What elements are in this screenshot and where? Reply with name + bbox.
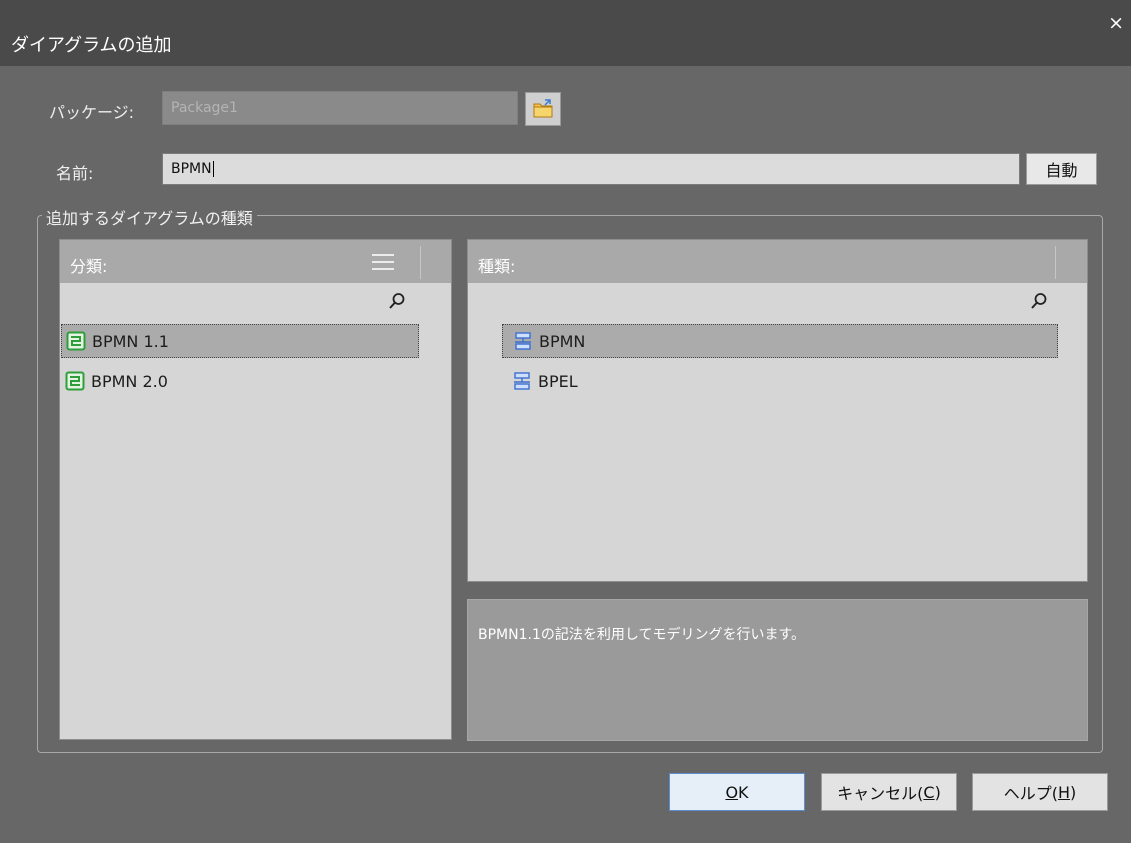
type-panel: 種類: BPMN BPEL [467, 239, 1088, 582]
text-caret [212, 161, 214, 177]
ok-button[interactable]: OK [669, 773, 805, 811]
title-bar: ダイアグラムの追加 × [0, 0, 1131, 66]
cancel-button[interactable]: キャンセル(C) [821, 773, 957, 811]
type-item-bpmn[interactable]: BPMN [502, 324, 1058, 358]
name-input[interactable]: BPMN [162, 153, 1020, 185]
header-divider [420, 246, 421, 279]
package-label: パッケージ: [49, 103, 135, 122]
ok-label-suffix: K [738, 782, 749, 802]
name-label: 名前: [56, 164, 94, 183]
bpmn-diagram-icon [515, 332, 531, 350]
help-button[interactable]: ヘルプ(H) [972, 773, 1108, 811]
folder-icon [533, 99, 553, 118]
name-value: BPMN [171, 161, 212, 177]
category-item-label: BPMN 1.1 [92, 331, 169, 351]
diagram-type-group-label: 追加するダイアグラムの種類 [42, 205, 257, 229]
category-panel: 分類: BPMN 1.1 BPMN 2.0 [59, 239, 452, 740]
type-item-label: BPMN [539, 331, 586, 351]
bpmn-category-icon [66, 331, 86, 351]
hamburger-menu-icon[interactable] [372, 254, 394, 275]
bpel-diagram-icon [514, 372, 530, 390]
help-label-prefix: ヘルプ( [1003, 784, 1058, 803]
help-mnemonic: H [1057, 782, 1071, 802]
close-icon[interactable]: × [1108, 14, 1124, 33]
category-item-bpmn-1-1[interactable]: BPMN 1.1 [61, 324, 419, 358]
type-header-label: 種類: [478, 257, 516, 276]
dialog-title: ダイアグラムの追加 [11, 35, 172, 56]
type-header: 種類: [468, 240, 1087, 283]
cancel-label-suffix: ) [934, 782, 941, 802]
cancel-mnemonic: C [923, 782, 935, 802]
type-item-label: BPEL [538, 371, 578, 391]
browse-package-button[interactable] [525, 92, 561, 126]
description-text: BPMN1.1の記法を利用してモデリングを行います。 [478, 627, 806, 643]
category-item-label: BPMN 2.0 [91, 371, 168, 391]
category-item-bpmn-2-0[interactable]: BPMN 2.0 [61, 364, 419, 398]
search-icon[interactable] [388, 292, 406, 310]
auto-button[interactable]: 自動 [1026, 153, 1097, 185]
help-label-suffix: ) [1070, 782, 1077, 802]
package-field: Package1 [162, 91, 518, 125]
search-icon[interactable] [1030, 292, 1048, 310]
category-header-label: 分類: [70, 257, 108, 276]
category-header: 分類: [60, 240, 451, 283]
description-box: BPMN1.1の記法を利用してモデリングを行います。 [467, 599, 1088, 741]
type-item-bpel[interactable]: BPEL [502, 364, 1058, 398]
ok-mnemonic: O [725, 782, 739, 802]
bpmn-category-icon [65, 371, 85, 391]
header-divider [1055, 246, 1056, 279]
cancel-label-prefix: キャンセル( [837, 784, 924, 803]
